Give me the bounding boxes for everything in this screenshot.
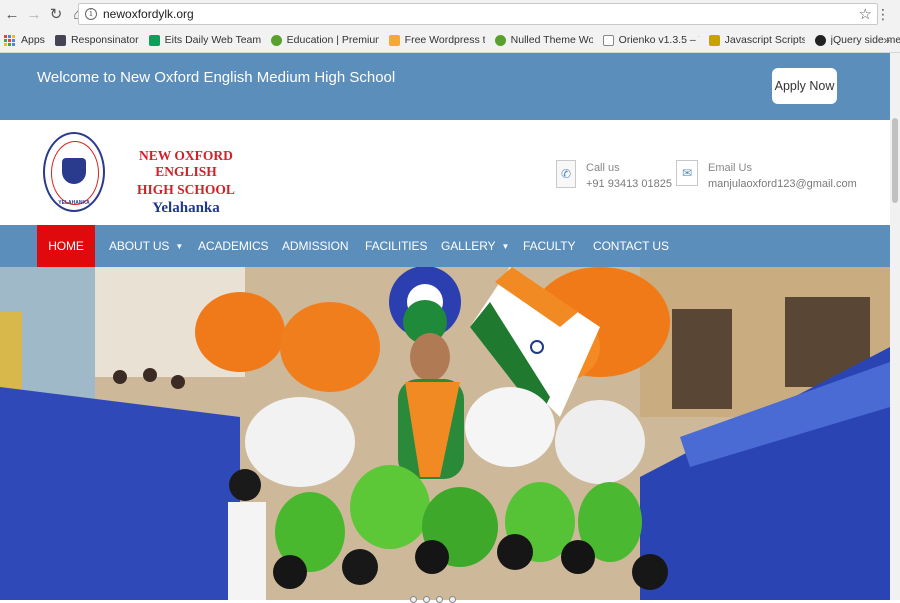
nav-label: ACADEMICS: [198, 239, 269, 253]
email-us-title: Email Us: [708, 162, 753, 174]
email-us-text: Email Us manjulaoxford123@gmail.com: [708, 160, 857, 192]
nav-label: ADMISSION: [282, 239, 349, 253]
r-icon: [54, 34, 66, 46]
bookmark-orienko[interactable]: Orienko v1.3.5 – Woo: [602, 34, 699, 46]
nav-label: GALLERY: [441, 239, 496, 253]
jquery-icon: [814, 34, 826, 46]
address-url[interactable]: newoxfordylk.org: [103, 7, 194, 21]
email-us-block: ✉ Email Us manjulaoxford123@gmail.com: [676, 160, 857, 192]
nav-label: FACILITIES: [365, 239, 428, 253]
nav-item-gallery[interactable]: GALLERY ▼: [441, 225, 509, 267]
logo-seal-text: YELAHANKA: [58, 200, 90, 206]
bookmark-label: Nulled Theme Wordp: [510, 34, 593, 46]
sheet-icon: [148, 34, 160, 46]
hero-slider-image[interactable]: [0, 267, 890, 600]
bookmark-education[interactable]: Education | Premium: [270, 34, 379, 46]
bookmarks-bar: Apps Responsinator Eits Daily Web Team E…: [0, 28, 900, 53]
nav-item-admission[interactable]: ADMISSION: [282, 225, 349, 267]
site-header: YELAHANKA NEW OXFORD ENGLISH HIGH SCHOOL…: [0, 120, 890, 225]
bookmark-label: Orienko v1.3.5 – Woo: [618, 34, 699, 46]
school-logo[interactable]: YELAHANKA: [43, 132, 105, 212]
bookmark-eits[interactable]: Eits Daily Web Team: [148, 34, 261, 46]
bookmark-apps[interactable]: Apps: [0, 34, 45, 46]
welcome-text: Welcome to New Oxford English Medium Hig…: [37, 69, 396, 86]
nav-item-contact-us[interactable]: CONTACT US: [593, 225, 669, 267]
bookmark-label: Apps: [21, 34, 45, 46]
phone-number[interactable]: +91 93413 01825: [586, 178, 672, 190]
bookmark-label: Free Wordpress them: [404, 34, 485, 46]
address-bar[interactable]: i newoxfordylk.org ☆: [78, 3, 878, 25]
bookmark-label: Responsinator: [70, 34, 139, 46]
forward-icon[interactable]: →: [24, 4, 44, 24]
chevron-down-icon: ▼: [501, 241, 510, 251]
nav-item-academics[interactable]: ACADEMICS: [198, 225, 269, 267]
bookmark-javascript[interactable]: Javascript Scripts, Fre: [708, 34, 805, 46]
nav-item-facilities[interactable]: FACILITIES: [365, 225, 427, 267]
nav-label: ABOUT US: [109, 239, 170, 253]
email-address[interactable]: manjulaoxford123@gmail.com: [708, 178, 857, 190]
js-icon: [708, 34, 720, 46]
page-scrollbar[interactable]: [890, 53, 900, 600]
chevron-down-icon: ▼: [175, 241, 184, 251]
browser-toolbar: ← → ↻ ⌂ i newoxfordylk.org ☆ ⋮: [0, 0, 900, 28]
envelope-icon: ✉: [676, 160, 698, 186]
nav-item-home[interactable]: HOME: [37, 225, 95, 267]
bookmark-responsinator[interactable]: Responsinator: [54, 34, 139, 46]
browser-menu-icon[interactable]: ⋮: [876, 6, 890, 23]
bookmark-nulled-theme[interactable]: Nulled Theme Wordp: [494, 34, 593, 46]
call-us-title: Call us: [586, 162, 620, 174]
bookmark-free-wordpress[interactable]: Free Wordpress them: [388, 34, 485, 46]
info-icon[interactable]: i: [85, 8, 97, 20]
scrollbar-thumb[interactable]: [892, 118, 898, 203]
school-name-line1: NEW OXFORD ENGLISH: [139, 148, 233, 179]
school-name-line2: HIGH SCHOOL: [137, 182, 235, 197]
school-name-line3: Yelahanka: [152, 200, 220, 216]
bookmark-label: Javascript Scripts, Fre: [724, 34, 805, 46]
nav-label: FACULTY: [523, 239, 576, 253]
hero-photo: [0, 267, 890, 600]
bookmark-label: Education | Premium: [286, 34, 379, 46]
back-icon[interactable]: ←: [2, 4, 22, 24]
welcome-bar: Welcome to New Oxford English Medium Hig…: [0, 53, 890, 120]
reload-icon[interactable]: ↻: [46, 4, 66, 24]
call-us-block: ✆ Call us +91 93413 01825: [556, 160, 672, 192]
school-name[interactable]: NEW OXFORD ENGLISH HIGH SCHOOL Yelahanka: [113, 148, 259, 217]
nav-item-faculty[interactable]: FACULTY: [523, 225, 576, 267]
nav-label: HOME: [48, 239, 84, 253]
phone-icon: ✆: [556, 160, 576, 188]
bookmark-label: Eits Daily Web Team: [164, 34, 261, 46]
apps-grid-icon: [4, 34, 15, 46]
nav-item-about-us[interactable]: ABOUT US ▼: [109, 225, 183, 267]
page-icon: [388, 34, 400, 46]
call-us-text: Call us +91 93413 01825: [586, 160, 672, 192]
apply-now-button[interactable]: Apply Now: [772, 68, 837, 104]
bookmark-star-icon[interactable]: ☆: [859, 5, 872, 23]
envato-icon: [270, 34, 282, 46]
main-nav: HOME ABOUT US ▼ ACADEMICS ADMISSION FACI…: [0, 225, 890, 267]
nav-label: CONTACT US: [593, 239, 669, 253]
more-bookmarks-icon[interactable]: »: [883, 33, 890, 47]
envato-icon: [494, 34, 506, 46]
doc-icon: [602, 34, 614, 46]
